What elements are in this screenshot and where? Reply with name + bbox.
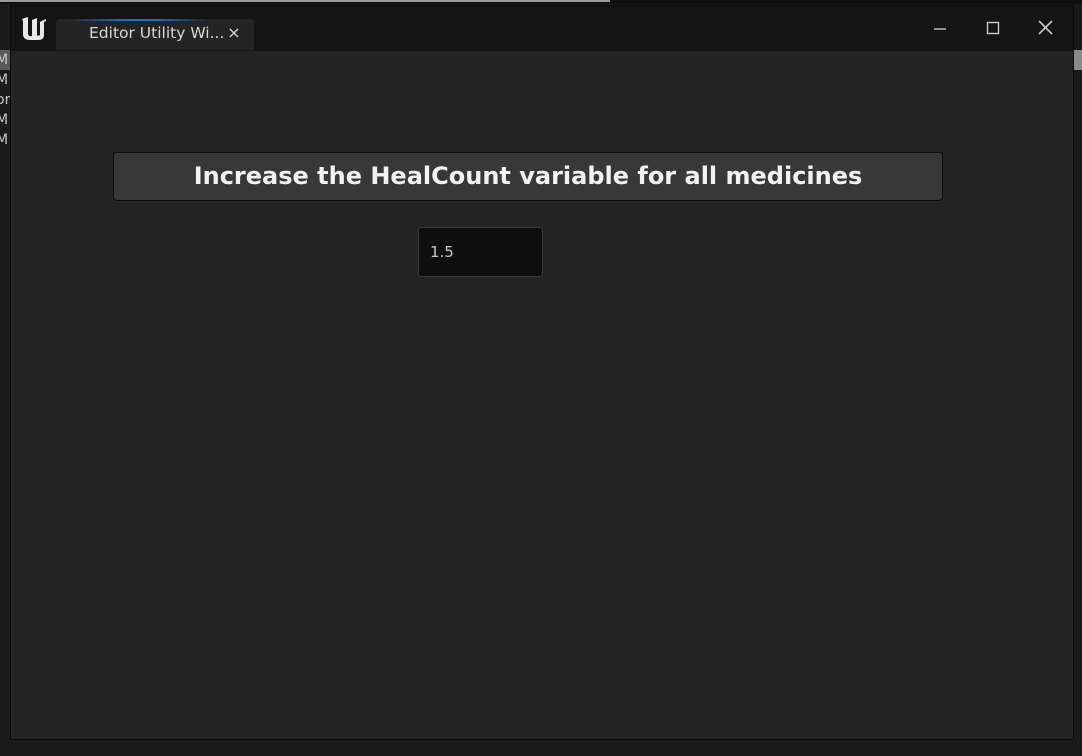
multiplier-input[interactable]: [418, 227, 543, 277]
background-topbar-highlight: [0, 0, 610, 2]
window-titlebar[interactable]: Editor Utility Wi... ×: [11, 6, 1073, 51]
close-icon[interactable]: [1029, 14, 1061, 42]
unreal-engine-logo-icon: [22, 17, 46, 40]
maximize-icon[interactable]: [977, 14, 1009, 42]
increase-healcount-button[interactable]: Increase the HealCount variable for all …: [113, 152, 943, 201]
tab-label: Editor Utility Wi...: [89, 24, 225, 42]
minimize-icon[interactable]: [924, 14, 956, 42]
background-topbar: [0, 0, 1082, 4]
editor-utility-widget-window: Editor Utility Wi... × Increase the Heal…: [10, 5, 1074, 740]
tab-editor-utility-widget[interactable]: Editor Utility Wi... ×: [56, 19, 254, 50]
background-scrollbar[interactable]: [1074, 50, 1082, 70]
tab-active-indicator: [66, 19, 211, 21]
tab-close-icon[interactable]: ×: [224, 23, 244, 43]
widget-content: Increase the HealCount variable for all …: [11, 51, 1073, 739]
